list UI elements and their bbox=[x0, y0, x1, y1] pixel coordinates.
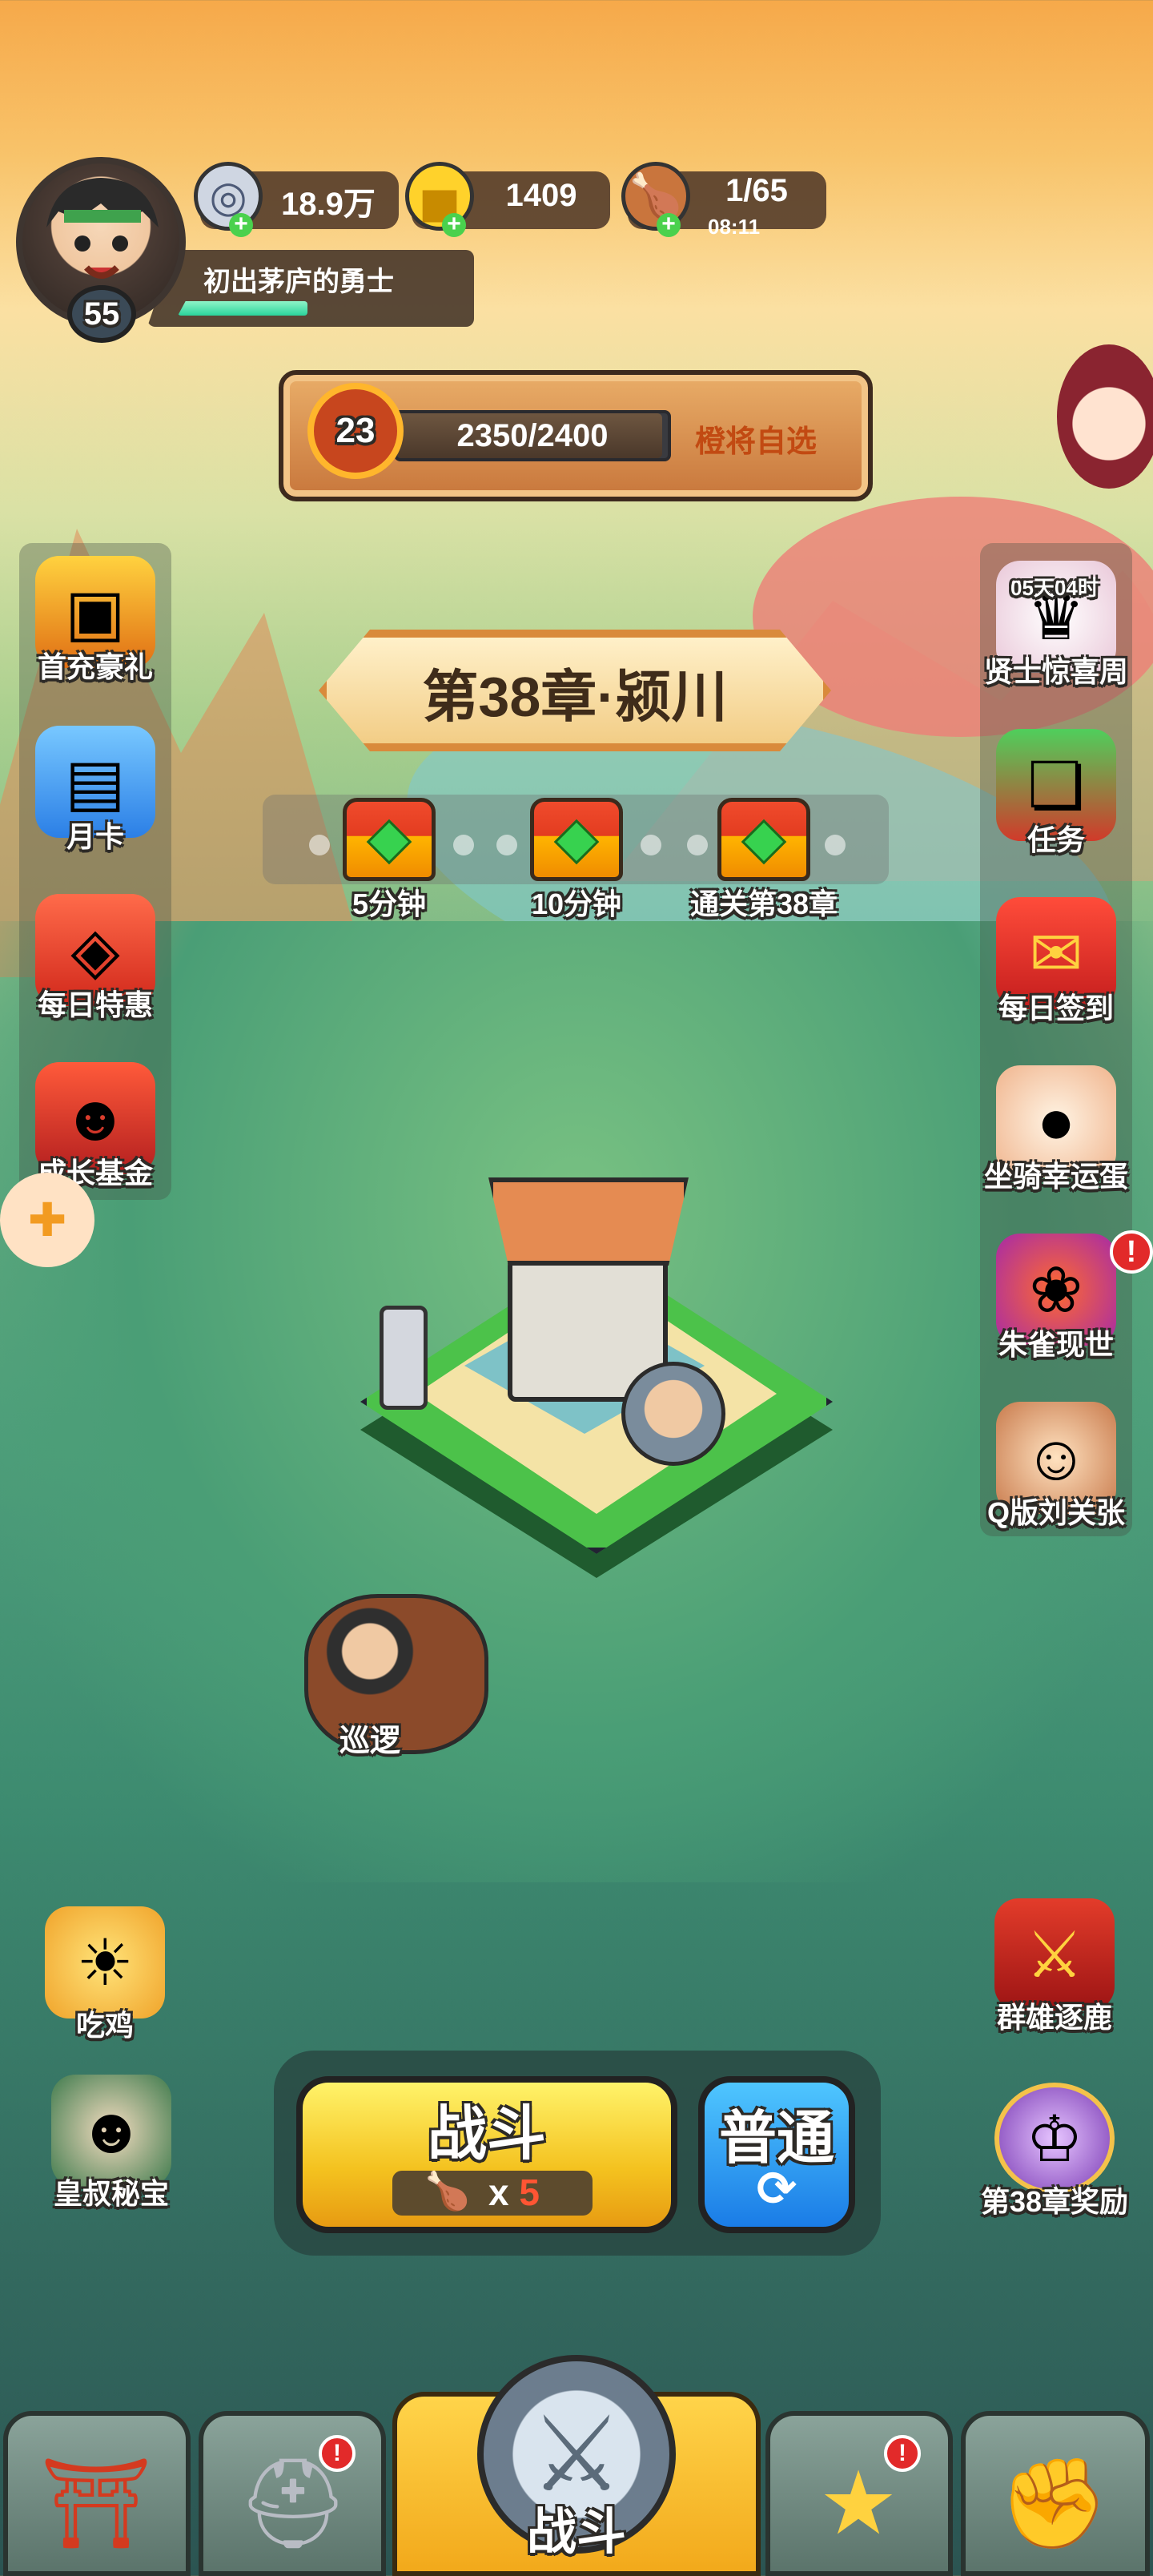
chicken-event-item[interactable]: ☀ 吃鸡 bbox=[29, 1906, 181, 2044]
chicken-sunglasses-icon: ☀ bbox=[45, 1906, 165, 2019]
girl-character-icon[interactable] bbox=[1057, 344, 1153, 489]
progress-dot bbox=[825, 835, 846, 855]
rank-progress-text: 2350/2400 bbox=[456, 418, 609, 453]
refresh-icon: ⟳ bbox=[756, 2162, 797, 2216]
right-menu-item-mount-egg[interactable]: ● 坐骑幸运蛋 bbox=[980, 1065, 1132, 1195]
progress-dot bbox=[687, 835, 708, 855]
gamepad-float-button[interactable]: ✚ bbox=[0, 1173, 94, 1267]
progress-dot bbox=[309, 835, 330, 855]
heroes-alert-badge: ! bbox=[319, 2435, 356, 2472]
player-title: 初出茅庐的勇士 bbox=[203, 267, 394, 297]
chest-clear-chapter-icon[interactable] bbox=[717, 798, 810, 881]
war-banner-icon: ⚔ bbox=[994, 1898, 1115, 2010]
warrior-guard-icon[interactable] bbox=[621, 1362, 725, 1466]
events-alert-badge: ! bbox=[884, 2435, 921, 2472]
event-timer: 05天04时 bbox=[1010, 576, 1099, 600]
player-level: 55 bbox=[67, 285, 136, 343]
stamina-add-icon[interactable]: + bbox=[657, 212, 681, 237]
stamina-timer: 08:11 bbox=[708, 215, 761, 239]
stone-pillar-icon bbox=[380, 1306, 428, 1410]
stamina-value: 1/65 bbox=[725, 173, 788, 208]
chapter-reward-item[interactable]: ♔ 第38章奖励 bbox=[978, 2083, 1131, 2220]
rank-level-badge: 23 bbox=[307, 383, 404, 479]
fist-upgrade-icon: ✊ bbox=[998, 2453, 1109, 2553]
gold-value: 1409 bbox=[505, 178, 577, 213]
silver-add-icon[interactable]: + bbox=[229, 212, 253, 237]
fight-label: 战斗 bbox=[428, 2100, 546, 2167]
fight-cost: x 5 bbox=[488, 2171, 540, 2214]
tower-roof bbox=[488, 1177, 689, 1266]
chest-label: 10分钟 bbox=[531, 888, 622, 920]
nav-battle-label: 战斗 bbox=[526, 2505, 626, 2560]
cost-value: 5 bbox=[519, 2171, 540, 2213]
left-menu-item-first-recharge[interactable]: ▣ 首充豪礼 bbox=[19, 556, 171, 686]
chest-5min-icon[interactable] bbox=[343, 798, 436, 881]
emperor-uncle-icon: ☻ bbox=[51, 2075, 171, 2187]
city-gate-icon: ⛩ bbox=[40, 2453, 152, 2553]
orange-general-pick[interactable]: 橙将自选 bbox=[695, 417, 817, 461]
progress-dot bbox=[453, 835, 474, 855]
chest-10min-icon[interactable] bbox=[530, 798, 623, 881]
right-menu-item-tasks[interactable]: ❏ 任务 bbox=[980, 729, 1132, 859]
xp-bar bbox=[178, 301, 307, 316]
right-menu-item-daily-signin[interactable]: ✉ 每日签到 bbox=[980, 897, 1132, 1027]
patrol-label: 巡逻 bbox=[339, 1725, 401, 1758]
cost-multiplier: x bbox=[488, 2171, 509, 2213]
left-menu-item-daily-deal[interactable]: ◈ 每日特惠 bbox=[19, 894, 171, 1024]
drumstick-icon: 🍗 bbox=[424, 2170, 471, 2212]
uncle-treasure-item[interactable]: ☻ 皇叔秘宝 bbox=[35, 2075, 187, 2212]
hero-portrait-icon: ♔ bbox=[994, 2083, 1115, 2195]
right-menu-panel bbox=[980, 543, 1132, 1536]
chest-label: 通关第38章 bbox=[689, 888, 838, 920]
left-menu-item-month-card[interactable]: ▤ 月卡 bbox=[19, 726, 171, 855]
chapter-title: 第38章·颍川 bbox=[422, 666, 728, 728]
progress-dot bbox=[496, 835, 517, 855]
gold-add-icon[interactable]: + bbox=[442, 212, 466, 237]
right-menu-item-q-brothers[interactable]: ☺ Q版刘关张 bbox=[980, 1402, 1132, 1532]
progress-dot bbox=[641, 835, 661, 855]
chest-label: 5分钟 bbox=[352, 888, 427, 920]
silver-value: 18.9万 bbox=[281, 187, 376, 222]
phoenix-alert-badge: ! bbox=[1110, 1230, 1153, 1274]
warlords-item[interactable]: ⚔ 群雄逐鹿 bbox=[978, 1898, 1131, 2036]
